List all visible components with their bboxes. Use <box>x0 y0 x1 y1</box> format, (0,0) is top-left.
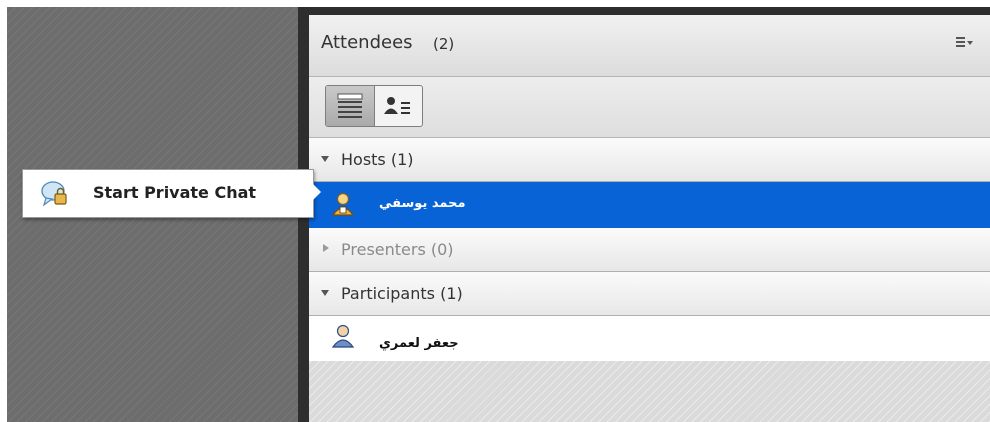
pod-title: Attendees <box>321 32 413 53</box>
host-user-icon <box>331 192 355 216</box>
pod-options-menu-icon[interactable] <box>956 37 973 51</box>
group-hosts-header[interactable]: Hosts (1) <box>309 138 990 182</box>
menu-pointer <box>312 183 321 201</box>
group-label: Hosts (1) <box>341 150 414 169</box>
attendee-name: محمد يوسفي <box>379 196 466 211</box>
attendee-status-view-icon <box>384 97 410 114</box>
attendees-pod: Attendees (2) Hosts (1) محمد يوسفي Prese… <box>309 15 990 422</box>
pod-frame-top <box>298 7 990 15</box>
view-toggle <box>325 85 423 127</box>
private-chat-lock-icon <box>41 181 67 207</box>
attendee-count: (2) <box>433 35 455 53</box>
group-label: Presenters (0) <box>341 240 454 259</box>
start-private-chat-menu-item[interactable]: Start Private Chat <box>22 169 314 218</box>
group-label: Participants (1) <box>341 284 463 303</box>
group-participants-header[interactable]: Participants (1) <box>309 272 990 316</box>
list-view-icon <box>337 93 363 118</box>
attendee-row-host[interactable]: محمد يوسفي <box>309 182 990 228</box>
pod-header: Attendees (2) <box>309 15 990 77</box>
participant-user-icon <box>331 324 355 348</box>
expand-arrow-icon <box>321 156 329 162</box>
status-view-button[interactable] <box>374 86 422 126</box>
attendee-row-participant[interactable]: جعفر لعمري <box>309 316 990 361</box>
list-view-button[interactable] <box>326 86 375 126</box>
group-presenters-header[interactable]: Presenters (0) <box>309 228 990 272</box>
pod-toolbar <box>309 77 990 138</box>
menu-item-label: Start Private Chat <box>93 183 257 202</box>
expand-arrow-icon <box>321 290 329 296</box>
attendee-name: جعفر لعمري <box>379 336 459 351</box>
collapsed-arrow-icon <box>323 244 329 252</box>
